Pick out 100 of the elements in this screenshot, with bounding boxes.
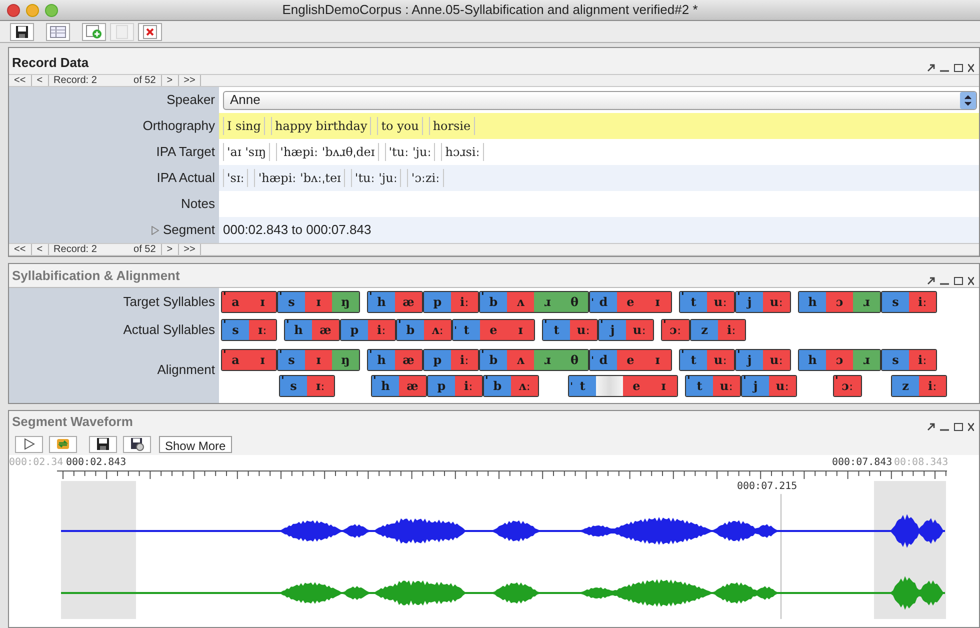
close-icon[interactable] <box>968 423 974 431</box>
syllable-box[interactable]: ' j uː <box>598 319 654 341</box>
phone-cell[interactable]: uː <box>769 376 796 396</box>
phone-cell[interactable]: iː <box>909 292 936 312</box>
phone-cell[interactable]: uː <box>707 350 734 370</box>
syllable-box[interactable]: ˌ d e ɪ <box>589 291 672 313</box>
syllable-box[interactable]: ' b ʌ ɹ θ <box>479 349 589 371</box>
phone-cell[interactable]: ɔ <box>826 350 853 370</box>
syllable-box[interactable]: ' a ɪ <box>221 349 277 371</box>
syllable-box[interactable]: ' a ɪ <box>221 291 277 313</box>
syllable-box[interactable]: ' b ʌː <box>483 375 539 397</box>
transcription-group[interactable]: 'sɪː <box>223 169 248 187</box>
next-record-button[interactable]: > <box>162 244 179 255</box>
maximize-icon[interactable] <box>954 64 963 72</box>
close-icon[interactable] <box>968 277 974 285</box>
phone-cell[interactable]: iː <box>451 350 478 370</box>
syllable-box[interactable]: ' h æ <box>371 375 427 397</box>
phone-cell[interactable]: ɪ <box>305 350 332 370</box>
phone-cell[interactable]: ɪ <box>644 292 671 312</box>
phone-cell[interactable]: æ <box>395 292 422 312</box>
phone-cell[interactable]: θ <box>561 350 588 370</box>
syllable-box[interactable]: ' t uː <box>542 319 598 341</box>
syllable-box[interactable]: ' s ɪː <box>221 319 277 341</box>
phone-cell[interactable]: e <box>617 350 644 370</box>
phone-cell[interactable]: uː <box>626 320 653 340</box>
waveform-toolbar-button[interactable] <box>89 436 117 452</box>
toolbar-button[interactable] <box>10 22 34 40</box>
last-record-button[interactable]: >> <box>178 244 202 255</box>
syllable-box[interactable]: ' b ʌ ɹ θ <box>479 291 589 313</box>
syllable-box[interactable]: z iː <box>690 319 746 341</box>
phone-cell[interactable]: ɪ <box>249 292 276 312</box>
syllable-box[interactable]: ' s ɪː <box>279 375 335 397</box>
last-record-button[interactable]: >> <box>178 75 202 86</box>
close-icon[interactable] <box>968 64 974 72</box>
phone-cell[interactable]: e <box>617 292 644 312</box>
phone-cell[interactable]: p <box>341 320 368 340</box>
syllable-box[interactable]: ' ɔː <box>661 319 690 341</box>
float-icon[interactable] <box>927 423 935 431</box>
segment-value[interactable]: 000:02.843 to 000:07.843 <box>223 220 372 240</box>
syllable-box[interactable]: ' s ɪ ŋ <box>277 349 360 371</box>
phone-cell[interactable]: ɪ <box>650 376 677 396</box>
phone-cell[interactable]: e <box>623 376 650 396</box>
syllable-box[interactable]: ˌ t e ɪ <box>568 375 678 397</box>
transcription-group[interactable]: 'aɪ 'sɪŋ <box>223 143 270 161</box>
transcription-group[interactable]: horsie <box>428 117 475 135</box>
phone-cell[interactable]: ɪ <box>305 292 332 312</box>
syllable-box[interactable]: ' j uː <box>735 349 791 371</box>
phone-cell[interactable]: p <box>424 292 451 312</box>
phone-cell[interactable]: ʌː <box>511 376 538 396</box>
phone-cell[interactable]: p <box>428 376 455 396</box>
phone-cell[interactable]: ɔ <box>826 292 853 312</box>
phone-cell[interactable]: iː <box>451 292 478 312</box>
phone-cell[interactable]: ɪː <box>307 376 334 396</box>
phone-cell[interactable]: uː <box>763 350 790 370</box>
transcription-group[interactable]: 'hæpiː 'bʌːˌteɪ <box>254 169 345 187</box>
phone-cell[interactable]: æ <box>395 350 422 370</box>
float-icon[interactable] <box>927 64 935 72</box>
float-icon[interactable] <box>927 277 935 285</box>
syllable-box[interactable]: ' t uː <box>679 349 735 371</box>
phone-cell[interactable]: ɹ <box>534 292 561 312</box>
phone-cell[interactable]: s <box>882 350 909 370</box>
syllable-box[interactable]: p iː <box>423 349 479 371</box>
syllable-box[interactable]: ' j uː <box>741 375 797 397</box>
phone-cell[interactable]: ɹ <box>853 350 880 370</box>
phone-cell[interactable]: z <box>691 320 718 340</box>
syllable-box[interactable]: ˌ t e ɪ <box>452 319 535 341</box>
syllable-box[interactable]: ˌ d e ɪ <box>589 349 672 371</box>
phone-cell[interactable]: p <box>424 350 451 370</box>
phone-cell[interactable]: uː <box>763 292 790 312</box>
close-window-button[interactable] <box>7 4 20 16</box>
syllable-box[interactable]: p iː <box>340 319 396 341</box>
phone-cell[interactable]: ʌ <box>507 292 534 312</box>
first-record-button[interactable]: << <box>9 75 32 86</box>
syllable-box[interactable]: s iː <box>881 291 937 313</box>
phone-cell[interactable]: θ <box>561 292 588 312</box>
syllable-box[interactable]: ' ɔː <box>833 375 862 397</box>
syllable-box[interactable]: h ɔ ɹ <box>798 291 881 313</box>
phone-cell[interactable]: s <box>882 292 909 312</box>
syllable-box[interactable]: ' b ʌː <box>396 319 452 341</box>
syllable-box[interactable]: p iː <box>427 375 483 397</box>
phone-cell[interactable]: ʌː <box>424 320 451 340</box>
transcription-group[interactable]: hɔɹsiː <box>441 143 484 161</box>
phone-cell[interactable]: ɪː <box>249 320 276 340</box>
phone-cell[interactable]: ɹ <box>853 292 880 312</box>
syllable-box[interactable]: ' s ɪ ŋ <box>277 291 360 313</box>
phone-cell[interactable]: h <box>799 292 826 312</box>
phone-cell[interactable]: æ <box>399 376 426 396</box>
transcription-group[interactable]: 'tuː 'juː <box>350 169 402 187</box>
phone-cell[interactable]: ɹ <box>534 350 561 370</box>
maximize-icon[interactable] <box>954 277 963 285</box>
show-more-button[interactable]: Show More <box>159 436 232 452</box>
syllable-box[interactable]: p iː <box>423 291 479 313</box>
transcription-group[interactable]: happy birthday <box>270 117 372 135</box>
phone-cell[interactable]: ɪ <box>644 350 671 370</box>
first-record-button[interactable]: << <box>9 244 32 255</box>
syllable-box[interactable]: ' t uː <box>685 375 741 397</box>
phone-cell[interactable]: ŋ <box>332 292 359 312</box>
next-record-button[interactable]: > <box>162 75 179 86</box>
phone-cell[interactable]: ʌ <box>507 350 534 370</box>
phone-cell[interactable]: iː <box>919 376 946 396</box>
